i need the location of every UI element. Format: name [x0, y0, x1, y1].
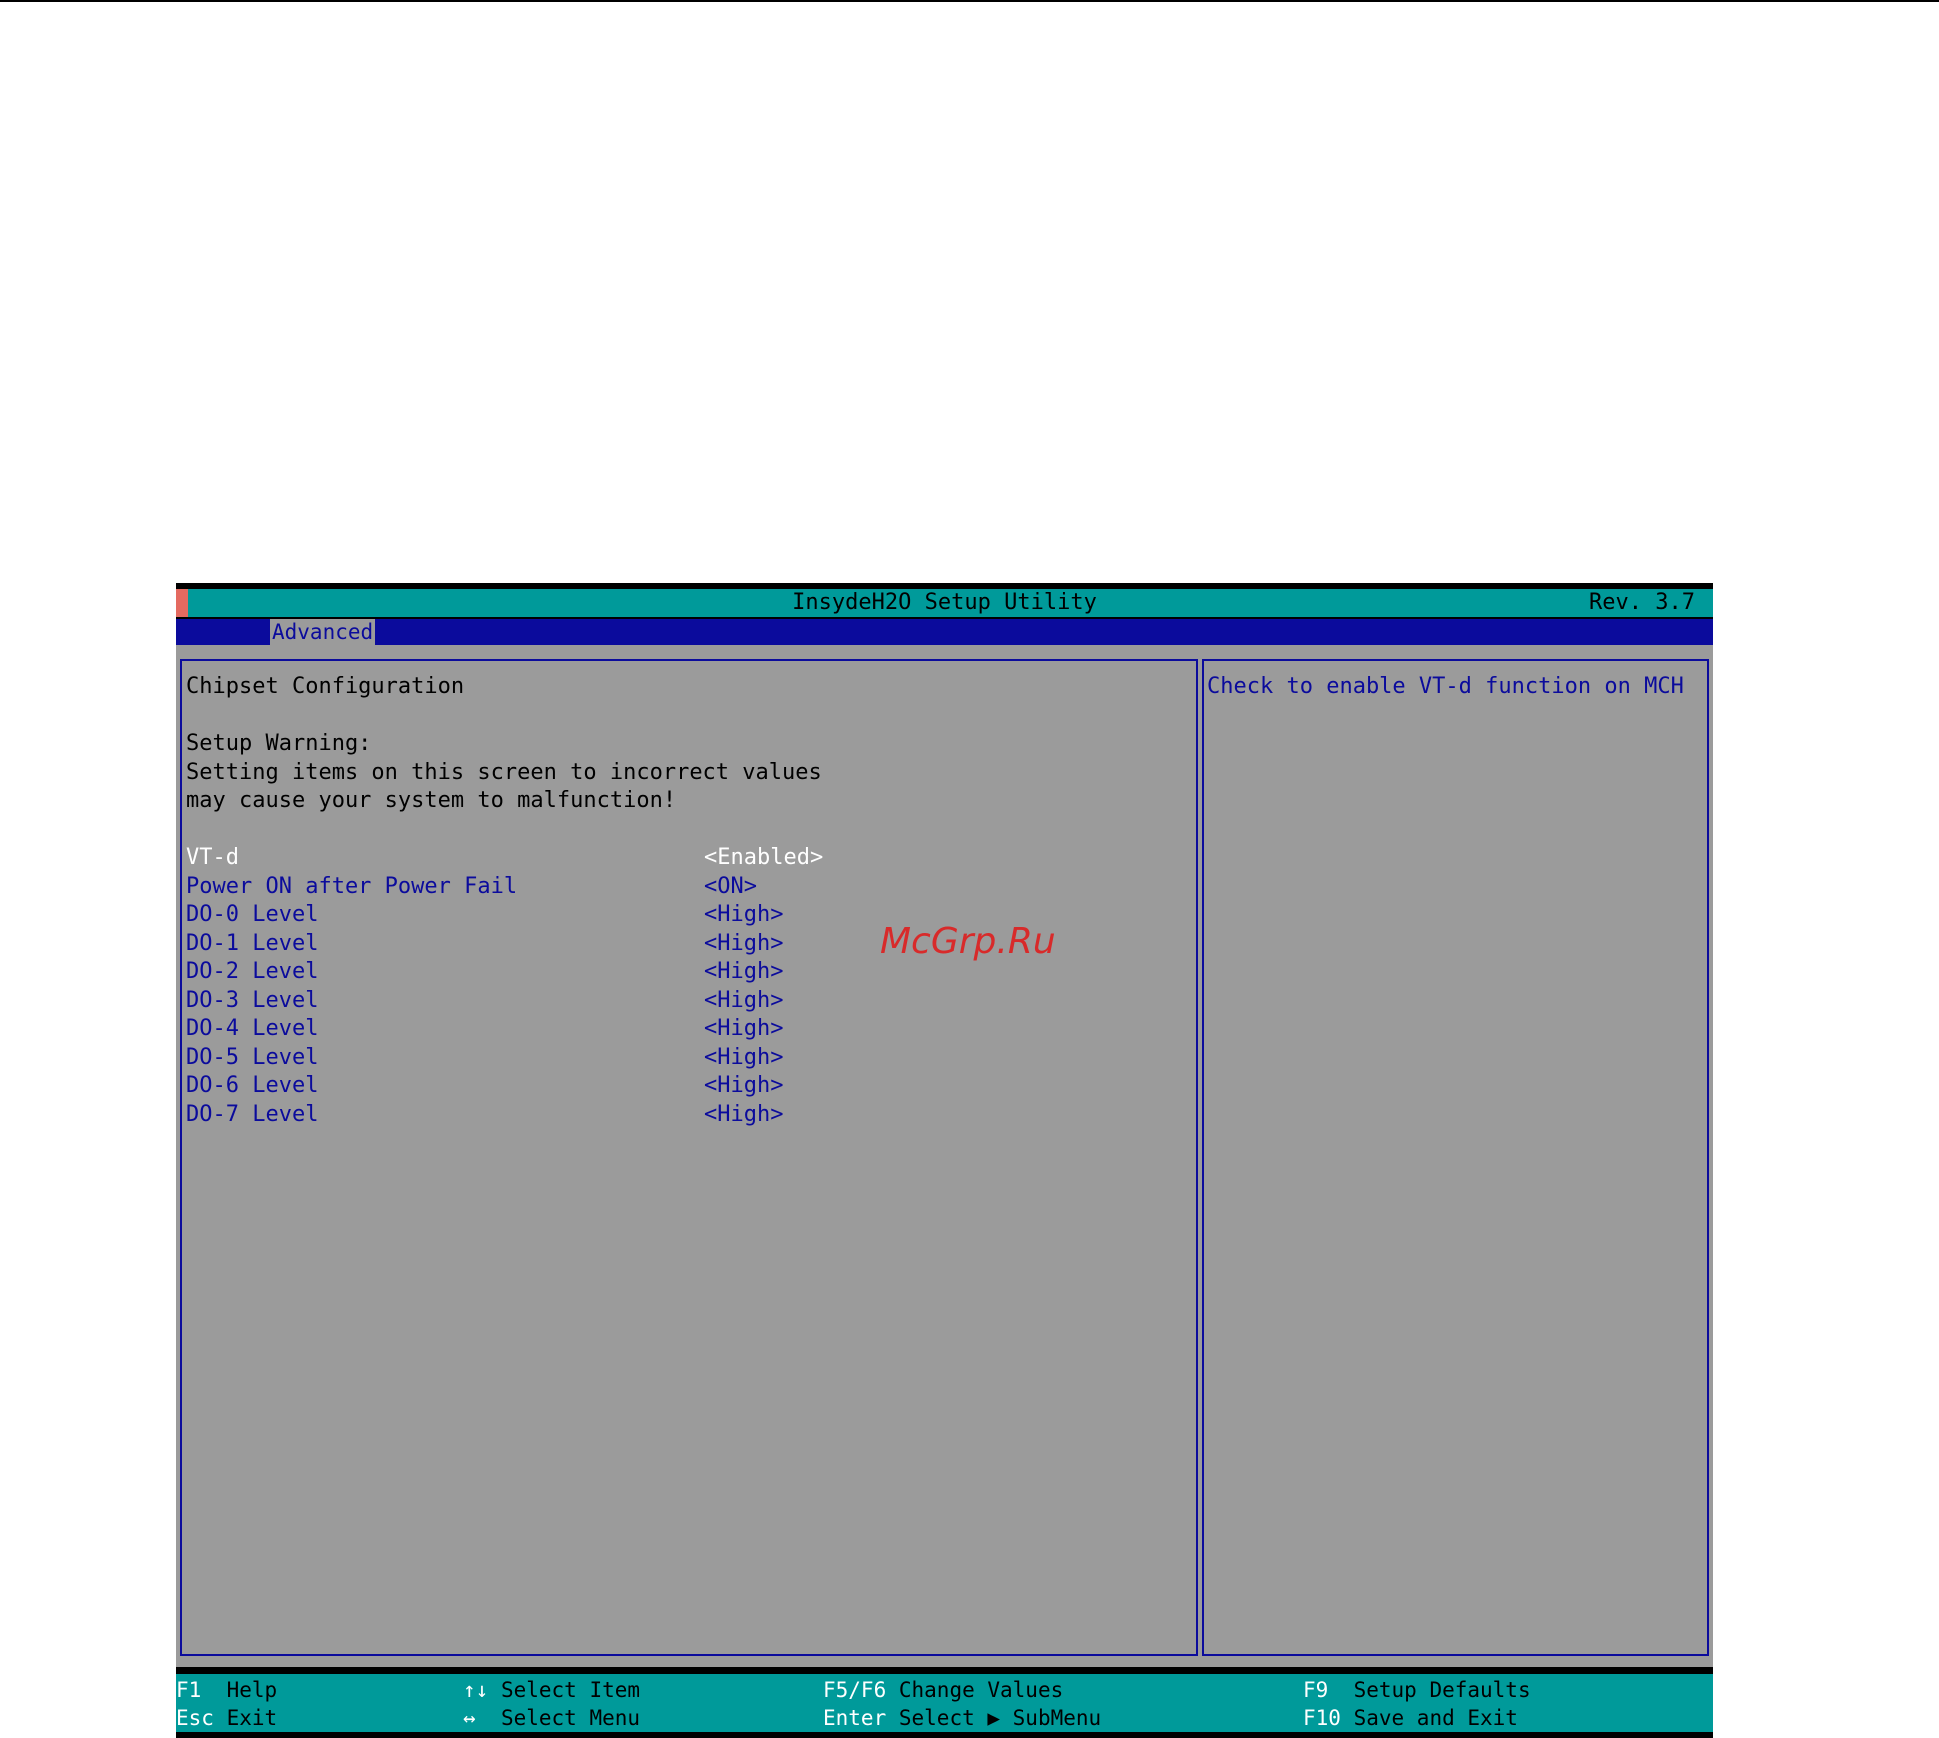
- key-select-item-desc: Select Item: [500, 1678, 641, 1702]
- setting-label-do-7-level[interactable]: DO-7 Level: [186, 1101, 318, 1129]
- setting-value-do-2-level[interactable]: <High>: [704, 958, 783, 986]
- key-f10-desc: Save and Exit: [1353, 1706, 1518, 1730]
- content-area: Chipset Configuration Setup Warning: Set…: [176, 645, 1713, 1667]
- setting-label-do-1-level[interactable]: DO-1 Level: [186, 930, 318, 958]
- key-legend-enter: Enter Select ▶ SubMenu: [823, 1704, 1101, 1732]
- help-text: Check to enable VT-d function on MCH: [1207, 674, 1684, 699]
- setting-label-do-4-level[interactable]: DO-4 Level: [186, 1015, 318, 1043]
- setting-label-vt-d[interactable]: VT-d: [186, 844, 239, 872]
- warning-text-line-2: may cause your system to malfunction!: [186, 788, 677, 813]
- key-legend-f5f6: F5/F6 Change Values: [823, 1676, 1063, 1704]
- key-esc-desc: Exit: [226, 1706, 278, 1730]
- left-right-arrows-icon: ↔: [463, 1706, 476, 1730]
- key-esc: Esc: [176, 1706, 214, 1730]
- key-f1-desc: Help: [226, 1678, 278, 1702]
- revision-label: Rev. 3.7: [1589, 590, 1695, 615]
- key-legend-select-item: ↑↓ Select Item: [463, 1676, 640, 1704]
- setting-value-do-7-level[interactable]: <High>: [704, 1101, 783, 1129]
- up-down-arrows-icon: ↑↓: [463, 1678, 489, 1702]
- setting-label-do-6-level[interactable]: DO-6 Level: [186, 1072, 318, 1100]
- warning-text-line-1: Setting items on this screen to incorrec…: [186, 760, 822, 785]
- key-legend-esc: Esc Exit: [176, 1704, 277, 1732]
- key-f10: F10: [1303, 1706, 1341, 1730]
- key-f5f6-desc: Change Values: [898, 1678, 1064, 1702]
- setting-value-power-on-after-power-fail[interactable]: <ON>: [704, 873, 757, 901]
- setting-label-power-on-after-power-fail[interactable]: Power ON after Power Fail: [186, 873, 517, 901]
- key-f1: F1: [176, 1678, 202, 1702]
- setting-value-do-3-level[interactable]: <High>: [704, 987, 783, 1015]
- key-enter: Enter: [823, 1706, 887, 1730]
- help-panel: Check to enable VT-d function on MCH: [1202, 659, 1709, 1656]
- key-legend-bar: F1 Help Esc Exit ↑↓ Select Item ↔ Select…: [176, 1674, 1713, 1732]
- setting-value-do-0-level[interactable]: <High>: [704, 901, 783, 929]
- settings-panel: Chipset Configuration Setup Warning: Set…: [180, 659, 1198, 1656]
- bios-screen: InsydeH2O Setup Utility Rev. 3.7 Advance…: [176, 583, 1713, 1738]
- utility-title: InsydeH2O Setup Utility: [792, 590, 1097, 615]
- setting-label-do-2-level[interactable]: DO-2 Level: [186, 958, 318, 986]
- warning-title: Setup Warning:: [186, 731, 372, 756]
- key-legend-f10: F10 Save and Exit: [1303, 1704, 1518, 1732]
- setting-label-do-3-level[interactable]: DO-3 Level: [186, 987, 318, 1015]
- setting-value-do-5-level[interactable]: <High>: [704, 1044, 783, 1072]
- key-legend-f1: F1 Help: [176, 1676, 277, 1704]
- key-f5f6: F5/F6: [823, 1678, 887, 1702]
- key-select-menu-desc: Select Menu: [500, 1706, 641, 1730]
- key-legend-f9: F9 Setup Defaults: [1303, 1676, 1531, 1704]
- menu-bar: Advanced: [176, 619, 1713, 645]
- page-top-rule: [0, 0, 1939, 2]
- key-f9: F9: [1303, 1678, 1329, 1702]
- key-legend-select-menu: ↔ Select Menu: [463, 1704, 640, 1732]
- setting-value-do-1-level[interactable]: <High>: [704, 930, 783, 958]
- key-enter-desc: Select ▶ SubMenu: [898, 1706, 1102, 1730]
- setting-label-do-5-level[interactable]: DO-5 Level: [186, 1044, 318, 1072]
- setting-value-do-4-level[interactable]: <High>: [704, 1015, 783, 1043]
- setting-value-vt-d[interactable]: <Enabled>: [704, 844, 823, 872]
- title-bar: InsydeH2O Setup Utility Rev. 3.7: [176, 589, 1713, 617]
- watermark-logo: McGrp.Ru: [880, 921, 1056, 962]
- setting-value-do-6-level[interactable]: <High>: [704, 1072, 783, 1100]
- key-f9-desc: Setup Defaults: [1353, 1678, 1531, 1702]
- tab-advanced[interactable]: Advanced: [270, 619, 376, 645]
- section-title: Chipset Configuration: [186, 674, 465, 699]
- setting-label-do-0-level[interactable]: DO-0 Level: [186, 901, 318, 929]
